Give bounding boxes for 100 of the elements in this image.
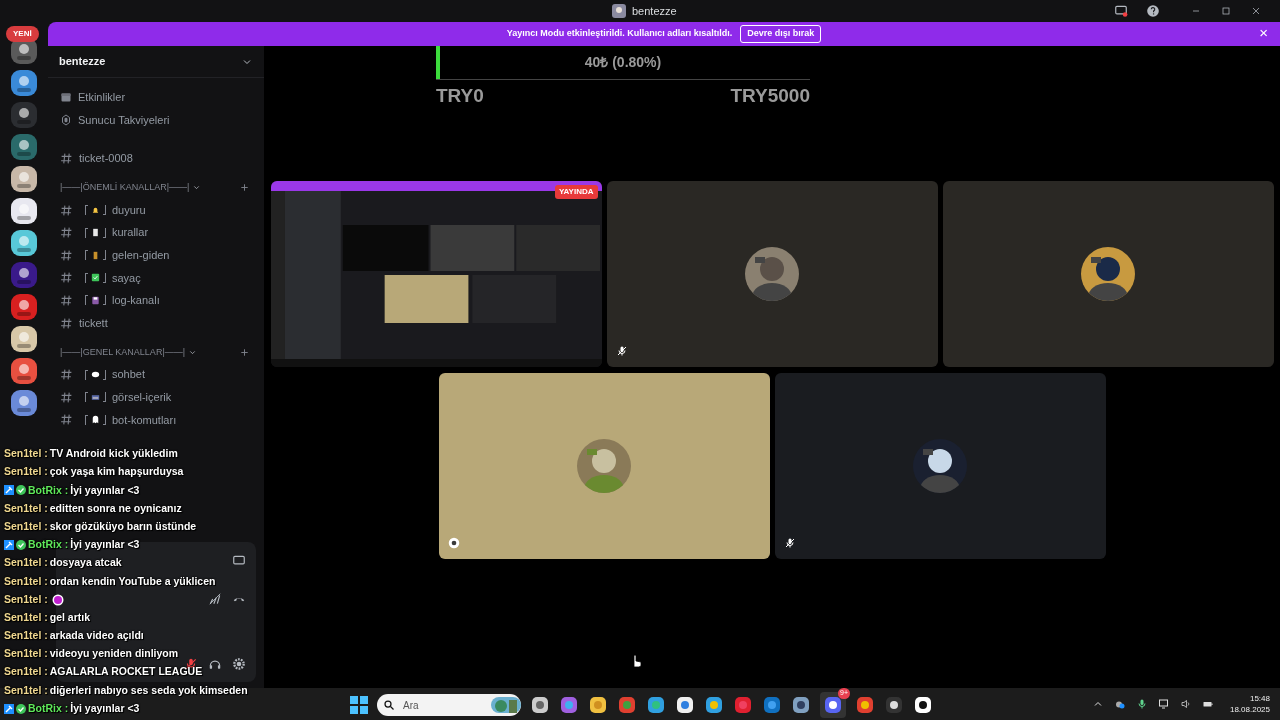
obs-icon[interactable] xyxy=(885,696,903,714)
app-icon[interactable] xyxy=(792,696,810,714)
chat-message: TV Android kick yükledim xyxy=(49,446,178,462)
video-tile[interactable] xyxy=(942,180,1274,367)
chat-username: Sen1tel : xyxy=(4,446,48,462)
add-channel-icon[interactable] xyxy=(239,346,250,358)
verified-icon xyxy=(16,540,26,551)
chat-username: Sen1tel : xyxy=(4,500,48,516)
hashtag-icon xyxy=(60,390,73,404)
chat-message: ordan kendin YouTube a yüklicen xyxy=(49,573,216,589)
help-icon[interactable] xyxy=(1146,4,1160,18)
moderator-icon xyxy=(4,540,14,551)
chat-message: dosyaya atcak xyxy=(49,555,122,571)
chat-message: gel artık xyxy=(49,609,91,625)
hashtag-icon xyxy=(60,226,73,240)
goal-max-label: TRY5000 xyxy=(730,84,810,108)
chat-message: skor gözüküyo barın üstünde xyxy=(49,518,197,534)
copilot-icon[interactable] xyxy=(560,696,578,714)
server-icon[interactable] xyxy=(11,230,37,256)
server-icon[interactable] xyxy=(11,294,37,320)
volume-icon[interactable] xyxy=(1179,698,1192,710)
start-icon[interactable] xyxy=(350,696,368,714)
hashtag-icon xyxy=(60,152,73,165)
channel-item[interactable]: log-kanalı xyxy=(56,289,256,312)
settings-icon[interactable] xyxy=(232,657,246,671)
folder-icon[interactable] xyxy=(589,696,607,714)
server-icon[interactable] xyxy=(11,390,37,416)
chat-message: diğerleri nabıyo ses seda yok kimseden xyxy=(49,682,248,698)
search-bar[interactable]: Ara xyxy=(377,694,521,716)
channel-item[interactable]: gelen-giden xyxy=(56,243,256,267)
clock[interactable]: 15:48 18.08.2025 xyxy=(1229,693,1270,715)
edge-icon[interactable] xyxy=(647,696,665,714)
server-icon[interactable] xyxy=(11,262,37,288)
new-badge: YENİ xyxy=(6,26,39,42)
mail-icon[interactable] xyxy=(763,696,781,714)
server-icon[interactable] xyxy=(11,358,37,384)
channel-item[interactable]: sohbet xyxy=(56,363,256,386)
channel-item[interactable]: tickett xyxy=(56,311,256,335)
hashtag-icon xyxy=(60,248,73,262)
category-header[interactable]: |——|ÖNEMLİ KANALLAR|——| xyxy=(60,181,190,195)
emoji-icon xyxy=(90,294,101,306)
channel-item[interactable]: bot-komutları xyxy=(56,408,256,432)
chat-username: Sen1tel : xyxy=(4,628,48,644)
search-field[interactable]: Ara xyxy=(403,697,483,713)
chat-message: editten sonra ne oynicanız xyxy=(49,500,182,516)
chat-username: Sen1tel : xyxy=(4,464,48,480)
chat-message: İyi yayınlar <3 xyxy=(70,537,140,553)
server-icon[interactable] xyxy=(11,166,37,192)
chat-message: videoyu yeniden dinliyom xyxy=(49,646,179,662)
server-icon[interactable] xyxy=(11,198,37,224)
channel-item[interactable]: görsel-içerik xyxy=(56,385,256,409)
server-icon[interactable] xyxy=(11,326,37,352)
sidebar-link[interactable]: Sunucu Takviyeleri xyxy=(56,108,256,132)
emote-icon xyxy=(51,593,64,606)
browser-icon[interactable] xyxy=(856,696,874,714)
screen-icon[interactable] xyxy=(232,554,246,568)
hashtag-icon xyxy=(60,293,73,307)
screen-share-tile[interactable]: YAYINDA xyxy=(270,180,602,367)
moderator-icon xyxy=(4,485,14,496)
server-name: bentezze xyxy=(59,54,106,70)
maximize-icon[interactable] xyxy=(1220,5,1232,17)
video-tile[interactable] xyxy=(606,180,938,367)
task-view-icon[interactable] xyxy=(531,696,549,714)
chat-message: İyi yayınlar <3 xyxy=(70,482,140,498)
server-icon[interactable] xyxy=(11,70,37,96)
emoji-icon xyxy=(90,227,101,239)
store-icon[interactable] xyxy=(676,696,694,714)
channel-item[interactable]: duyuru xyxy=(56,198,256,222)
network-icon[interactable] xyxy=(1157,698,1170,710)
discord-icon[interactable] xyxy=(824,696,842,714)
microphone-icon[interactable] xyxy=(1135,698,1148,710)
chat-message: arkada video açıldı xyxy=(49,628,144,644)
help-app-icon[interactable] xyxy=(705,696,723,714)
emoji-icon xyxy=(90,414,101,426)
server-avatar-icon xyxy=(612,4,626,19)
chat-username: Sen1tel : xyxy=(4,646,48,662)
video-tile[interactable] xyxy=(438,372,770,559)
close-button[interactable]: × xyxy=(1259,24,1268,42)
hashtag-icon xyxy=(60,316,73,330)
hashtag-icon xyxy=(60,413,73,427)
server-icon[interactable] xyxy=(11,102,37,128)
channel-item[interactable]: sayaç xyxy=(56,266,256,290)
server-icon[interactable] xyxy=(11,134,37,160)
add-channel-icon[interactable] xyxy=(239,182,250,194)
video-tile[interactable] xyxy=(774,372,1106,559)
chat-username: Sen1tel : xyxy=(4,518,48,534)
browser-icon[interactable] xyxy=(618,696,636,714)
capcut-icon[interactable] xyxy=(914,696,932,714)
chat-message: AGALARLA ROCKET LEAGUE xyxy=(49,664,203,680)
channel-item[interactable]: kurallar xyxy=(56,221,256,244)
screen-share-icon[interactable] xyxy=(1114,4,1128,18)
sidebar-link[interactable]: Etkinlikler xyxy=(56,86,256,109)
category-header[interactable]: |——|GENEL KANALLAR|——| xyxy=(60,345,186,360)
close-icon[interactable] xyxy=(1250,5,1262,17)
chat-username: Sen1tel : xyxy=(4,609,48,625)
disable-button[interactable]: Devre dışı bırak xyxy=(740,25,822,43)
banner-text: Yayıncı Modu etkinleştirildi. Kullanıcı adları kısaltıldı. xyxy=(506,27,733,41)
emoji-icon xyxy=(90,272,101,284)
signal-icon[interactable] xyxy=(208,592,222,606)
channel-item[interactable]: ticket-0008 xyxy=(56,147,256,170)
